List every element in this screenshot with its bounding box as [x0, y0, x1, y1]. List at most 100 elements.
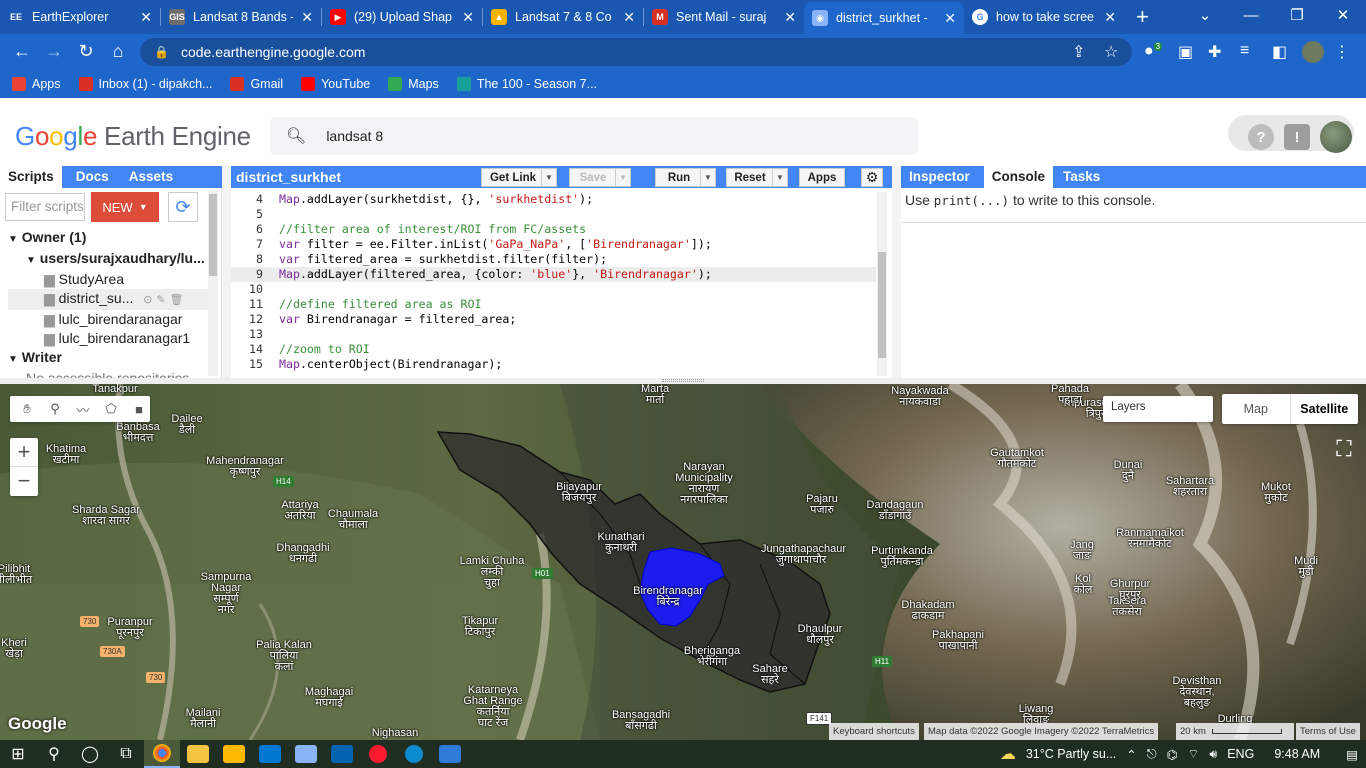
reload-icon[interactable]: ↻ [74, 41, 98, 62]
code-line[interactable]: 7 var filter = ee.Filter.inList('GaPa_NaP… [231, 237, 876, 252]
chevron-up-icon[interactable]: ⌃ [1126, 747, 1136, 762]
weather-icon[interactable]: ☁ [1000, 744, 1016, 764]
browser-tab[interactable]: GIS Landsat 8 Bands - ✕ [161, 0, 321, 34]
terms-of-use-link[interactable]: Terms of Use [1296, 723, 1360, 740]
close-window-icon[interactable]: ✕ [1320, 0, 1366, 34]
splitter-grip-icon[interactable] [662, 379, 704, 382]
code-line[interactable]: 13 [231, 327, 876, 342]
tree-file-selected[interactable]: ▆ district_su... ⊙ ✎ 🗑︎ [8, 289, 208, 310]
photos-icon[interactable] [324, 740, 360, 768]
home-icon[interactable]: ⌂ [106, 41, 130, 62]
back-icon[interactable]: ← [10, 41, 34, 62]
editor-scrollbar[interactable] [877, 192, 887, 376]
file-explorer-icon[interactable] [180, 740, 216, 768]
chrome-menu-icon[interactable]: ⋮ [1334, 42, 1350, 62]
app-icon[interactable] [288, 740, 324, 768]
close-tab-icon[interactable]: ✕ [301, 9, 313, 26]
fullscreen-icon[interactable]: ⛶ [1330, 436, 1358, 464]
tree-file[interactable]: ▆ lulc_birendaranagar [8, 310, 208, 329]
close-tab-icon[interactable]: ✕ [784, 9, 796, 26]
close-tab-icon[interactable]: ✕ [944, 10, 956, 27]
search-icon[interactable]: ⚲ [36, 740, 72, 768]
settings-gear-icon[interactable]: ⚙ [861, 168, 883, 187]
tree-file[interactable]: ▆ StudyArea [8, 270, 208, 289]
code-line[interactable]: 14 //zoom to ROI [231, 342, 876, 357]
forward-icon[interactable]: → [42, 41, 66, 62]
code-line[interactable]: 11 //define filtered area as ROI [231, 297, 876, 312]
cortana-icon[interactable]: ◯ [72, 740, 108, 768]
browser-tab[interactable]: ◉ district_surkhet - ✕ [804, 2, 964, 34]
code-line[interactable]: 4 Map.addLayer(surkhetdist, {}, 'surkhetd… [231, 192, 876, 207]
url-bar[interactable]: 🔒 code.earthengine.google.com [140, 38, 1132, 66]
tree-writer[interactable]: ▼ Writer [8, 348, 208, 369]
tab-tasks[interactable]: Tasks [1055, 166, 1108, 188]
splitter-right[interactable] [892, 166, 901, 378]
bookmark-item[interactable]: Apps [12, 77, 61, 91]
keyboard-shortcuts-link[interactable]: Keyboard shortcuts [829, 723, 919, 740]
rectangle-icon[interactable]: ■ [128, 402, 150, 417]
map-type-map[interactable]: Map [1222, 394, 1290, 424]
clock[interactable]: 9:48 AM [1274, 747, 1320, 761]
search-box[interactable]: 🔍︎ landsat 8 [270, 117, 918, 155]
new-script-button[interactable]: NEW ▼ [91, 192, 159, 222]
marker-icon[interactable]: ⚲ [44, 401, 66, 417]
reset-button[interactable]: Reset [726, 168, 774, 187]
task-view-icon[interactable]: ⧉ [108, 740, 144, 768]
close-tab-icon[interactable]: ✕ [140, 9, 152, 26]
tab-scripts[interactable]: Scripts [0, 166, 62, 188]
share-icon[interactable]: ⇪ [1072, 42, 1085, 62]
browser-tab[interactable]: ▲ Landsat 7 & 8 Co ✕ [483, 0, 643, 34]
store-icon[interactable] [216, 740, 252, 768]
layers-dropdown[interactable]: Layers [1103, 396, 1213, 422]
language-indicator[interactable]: ENG [1227, 747, 1254, 761]
code-line[interactable]: 9 Map.addLayer(filtered_area, {color: 'bl… [231, 267, 876, 282]
bookmark-item[interactable]: The 100 - Season 7... [456, 77, 597, 91]
filter-scripts-input[interactable]: Filter scripts... [5, 193, 85, 221]
bookmark-item[interactable]: YouTube [301, 77, 370, 91]
bookmark-item[interactable]: Maps [388, 77, 439, 91]
network-icon[interactable]: ⌬ [1167, 747, 1178, 762]
code-line[interactable]: 8 var filtered_area = surkhetdist.filter(… [231, 252, 876, 267]
bookmark-item[interactable]: Inbox (1) - dipakch... [78, 77, 212, 91]
map-type-satellite[interactable]: Satellite [1289, 394, 1359, 424]
side-panel-icon[interactable]: ◧ [1272, 42, 1287, 62]
opera-icon[interactable] [360, 740, 396, 768]
bookmark-item[interactable]: Gmail [230, 77, 283, 91]
run-button[interactable]: Run [655, 168, 703, 187]
browser-tab[interactable]: EE EarthExplorer ✕ [0, 0, 160, 34]
app-tray-icon[interactable]: ⎋ [1147, 747, 1157, 762]
feedback-icon[interactable]: ! [1284, 124, 1310, 150]
tab-console[interactable]: Console [983, 166, 1054, 188]
code-line[interactable]: 10 [231, 282, 876, 297]
profile-avatar[interactable] [1302, 41, 1324, 63]
polyline-icon[interactable]: 〰 [72, 400, 94, 419]
close-tab-icon[interactable]: ✕ [623, 9, 635, 26]
browser-tab[interactable]: ▶ (29) Upload Shap ✕ [322, 0, 482, 34]
edge-icon[interactable] [396, 740, 432, 768]
bookmark-star-icon[interactable]: ☆ [1104, 42, 1118, 62]
volume-icon[interactable]: 🔊︎ [1209, 747, 1217, 762]
tab-inspector[interactable]: Inspector [901, 166, 978, 188]
code-line[interactable]: 6 //filter area of interest/ROI from FC/a… [231, 222, 876, 237]
map-canvas[interactable]: Tanakpur Dailee डैली Banbasa भीमदत्त Khatima ख… [0, 384, 1366, 740]
weather-text[interactable]: 31°C Partly su... [1026, 747, 1116, 761]
tree-file[interactable]: ▆ lulc_birendaranagar1 [8, 329, 208, 348]
search-input[interactable]: landsat 8 [326, 128, 383, 144]
app2-icon[interactable] [432, 740, 468, 768]
reading-list-icon[interactable]: ≡ [1240, 42, 1249, 60]
windows-start-icon[interactable]: ⊞ [0, 740, 36, 768]
tab-docs[interactable]: Docs [68, 166, 117, 188]
delete-icon[interactable]: 🗑︎ [169, 294, 183, 306]
restore-icon[interactable]: ❐ [1274, 0, 1320, 34]
wifi-icon[interactable]: ⌔ [1188, 746, 1200, 762]
browser-tab[interactable]: Ghow to take scree ✕ [964, 0, 1124, 34]
tab-assets[interactable]: Assets [121, 166, 181, 188]
extension-icon[interactable]: ▣ [1178, 42, 1193, 62]
zoom-in-icon[interactable]: + [10, 438, 38, 467]
save-button[interactable]: Save [569, 168, 617, 187]
chrome-taskbar-icon[interactable] [144, 740, 180, 768]
mail-icon[interactable] [252, 740, 288, 768]
code-line[interactable]: 5 [231, 207, 876, 222]
pan-hand-icon[interactable]: ✋︎ [16, 401, 38, 417]
splitter-left[interactable] [223, 166, 231, 378]
